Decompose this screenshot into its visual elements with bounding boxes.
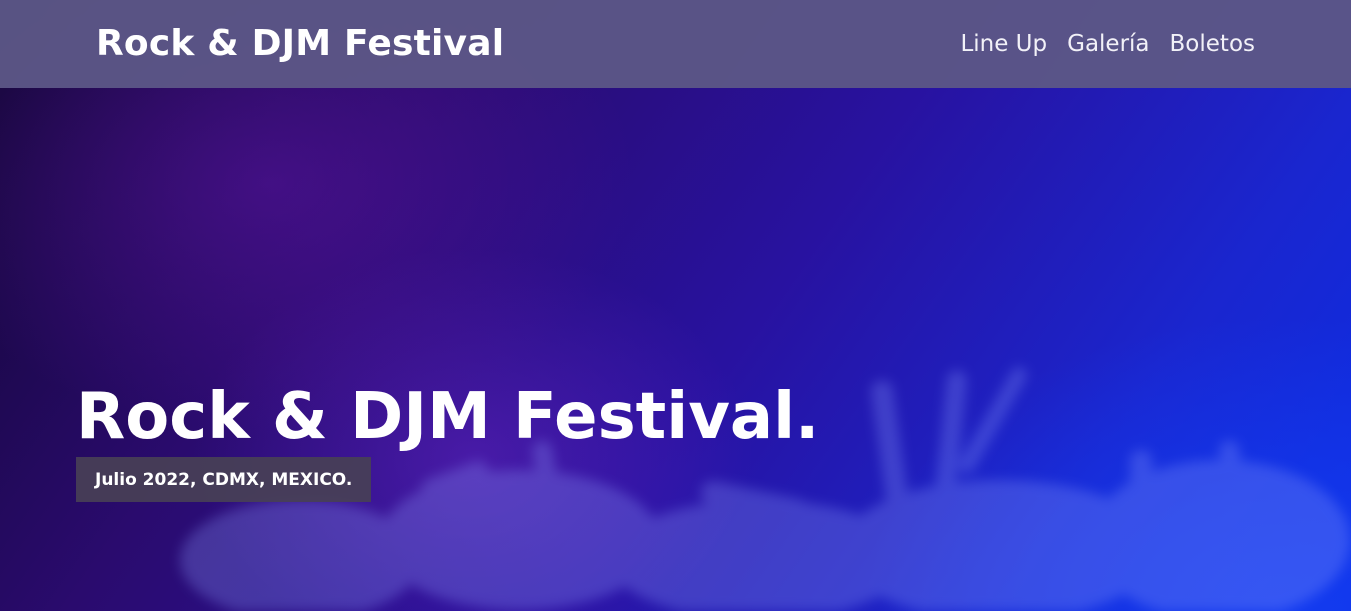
hero-title: Rock & DJM Festival.: [76, 380, 820, 454]
page: Rock & DJM Festival Line Up Galería Bole…: [0, 0, 1351, 611]
site-brand-logo[interactable]: Rock & DJM Festival: [96, 20, 504, 68]
crowd-silhouette-image: [180, 366, 1350, 611]
main-nav: Line Up Galería Boletos: [960, 28, 1255, 60]
hero-date-location-badge: Julio 2022, CDMX, MEXICO.: [76, 457, 372, 502]
nav-link-galeria[interactable]: Galería: [1067, 28, 1149, 60]
hero-background-image: [0, 0, 1351, 611]
nav-link-boletos[interactable]: Boletos: [1170, 28, 1255, 60]
top-navbar: Rock & DJM Festival Line Up Galería Bole…: [0, 0, 1351, 88]
nav-link-line-up[interactable]: Line Up: [960, 28, 1047, 60]
